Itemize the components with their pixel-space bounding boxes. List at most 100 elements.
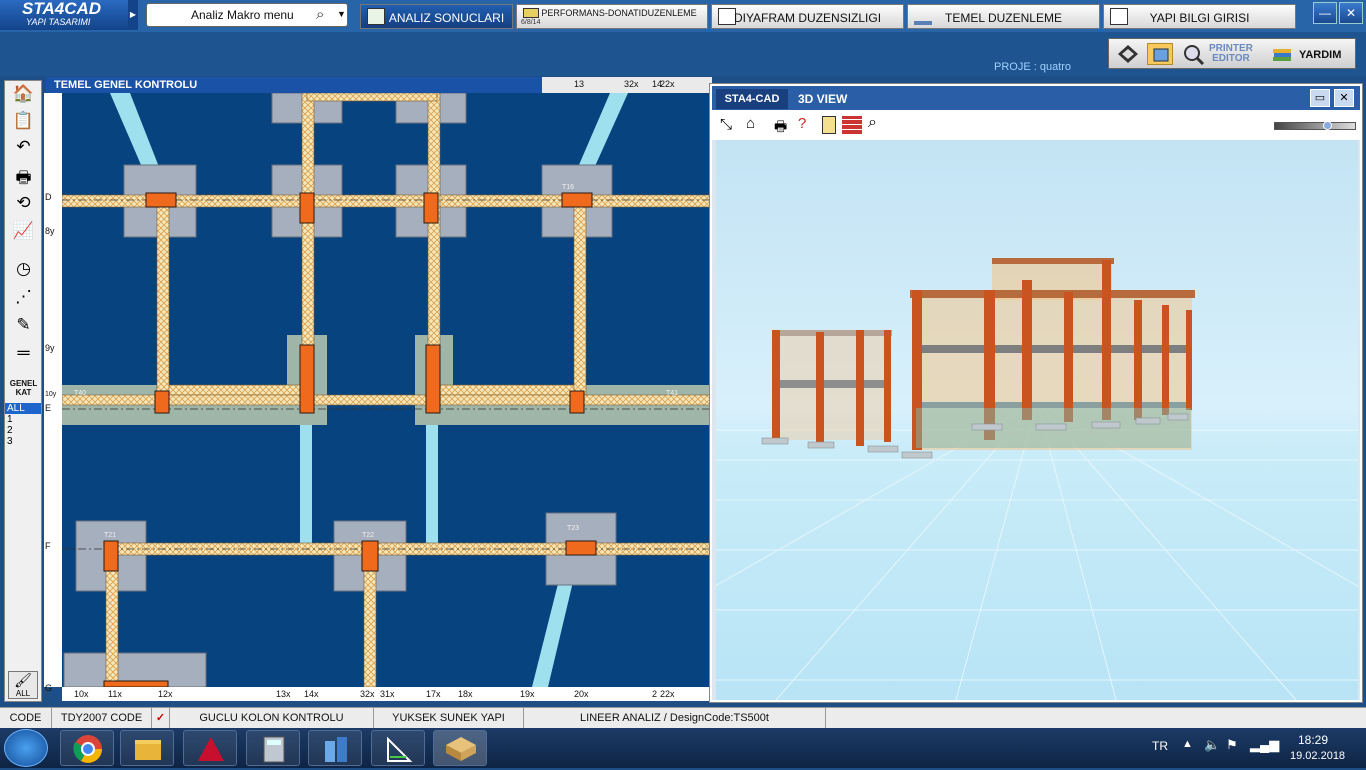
3d-view-toolbar: ⤡ ⌂ 🖶 ? ⌕: [712, 110, 1360, 140]
help-query-icon[interactable]: ?: [798, 115, 806, 132]
tab-temel-duzenleme[interactable]: TEMEL DUZENLEME: [907, 4, 1100, 29]
chrome-icon[interactable]: [60, 730, 114, 766]
checklist-icon[interactable]: [822, 116, 836, 134]
logo-title: STA4CAD: [22, 0, 102, 18]
floor-list: ALL 1 2 3: [5, 403, 41, 447]
axis-label: 32x: [360, 689, 375, 699]
help-button[interactable]: YARDIM: [1299, 49, 1341, 61]
refresh-icon[interactable]: ⟲: [10, 193, 37, 218]
foundation-plan-canvas[interactable]: T40 T41 T21 T22 T23 T16: [62, 93, 710, 687]
undo-icon[interactable]: ↶: [10, 137, 37, 162]
axis-label: 20x: [574, 689, 589, 699]
search-icon[interactable]: ⌕: [316, 6, 324, 23]
edit-icon[interactable]: ✎: [10, 315, 37, 340]
start-button[interactable]: [4, 729, 48, 767]
right-toolbar: PRINTER EDITOR YARDIM: [1108, 38, 1356, 69]
logo-subtitle: YAPI TASARIMI: [26, 17, 91, 27]
print-icon[interactable]: 🖶: [774, 116, 787, 140]
print-icon[interactable]: 🖶: [10, 165, 37, 190]
axis-label: F: [45, 541, 51, 551]
axis-label: G: [45, 683, 53, 693]
buildings-icon[interactable]: [308, 730, 362, 766]
network-icon[interactable]: ▂▄▆: [1250, 737, 1279, 753]
tab-temel-label: TEMEL DUZENLEME: [945, 11, 1062, 25]
minimize-button[interactable]: —: [1313, 2, 1337, 24]
axis-label: 18x: [458, 689, 473, 699]
brick-icon[interactable]: [842, 116, 862, 134]
axis-label: E: [45, 403, 52, 413]
close-button[interactable]: ✕: [1339, 2, 1363, 24]
status-yuksek: YUKSEK SUNEK YAPI: [374, 708, 524, 728]
axis-label: 9y: [45, 343, 55, 353]
maximize-button[interactable]: ▭: [1310, 89, 1330, 107]
clock-icon[interactable]: ◷: [10, 259, 37, 284]
floor-item-3[interactable]: 3: [5, 436, 41, 447]
clock-date[interactable]: 19.02.2018: [1290, 750, 1345, 762]
tab-3d-view[interactable]: 3D VIEW: [798, 89, 847, 109]
beam-icon[interactable]: ═: [10, 343, 37, 368]
magnify-icon[interactable]: [1181, 43, 1207, 66]
tab-diyafram[interactable]: DIYAFRAM DUZENSIZLIGI: [711, 4, 904, 29]
zoom-icon[interactable]: ⌕: [868, 114, 877, 132]
tab-performans-sub: 6/8/14: [521, 19, 541, 26]
all-button[interactable]: 🖌 ALL: [8, 671, 38, 699]
close-3d-button[interactable]: ✕: [1334, 89, 1354, 107]
calculator-icon[interactable]: [246, 730, 300, 766]
brightness-slider[interactable]: [1274, 121, 1356, 130]
plan-top-ruler: 13 32x 14 22x: [542, 77, 712, 93]
all-button-label: ALL: [15, 689, 31, 698]
footing-label: T21: [104, 532, 116, 539]
sta4cad-icon[interactable]: [433, 730, 487, 766]
graph-icon[interactable]: ⋰: [10, 287, 37, 312]
diamond-icon[interactable]: [1115, 43, 1141, 65]
volume-icon[interactable]: 🔈: [1204, 737, 1220, 753]
plan-left-ruler: D 8y 9y 10y E F G: [44, 93, 62, 693]
folder-icon[interactable]: [120, 730, 174, 766]
tab-analiz-sonuclari[interactable]: ANALIZ SONUCLARI: [360, 4, 513, 29]
flag-icon[interactable]: ⚑: [1226, 737, 1238, 753]
books-icon[interactable]: [1269, 43, 1295, 65]
building-icon[interactable]: 🏠: [10, 84, 37, 109]
macro-menu-label: Analiz Makro menu: [191, 8, 294, 22]
plan-bottom-ruler: 10x 11x 12x 13x 14x 32x 31x 17x 18x 19x …: [62, 687, 710, 701]
clock-time[interactable]: 18:29: [1298, 733, 1328, 747]
3d-view-window: STA4-CAD 3D VIEW ▭ ✕ ⤡ ⌂ 🖶 ? ⌕: [710, 84, 1362, 702]
brush-icon: 🖌: [14, 672, 32, 688]
home-icon[interactable]: ⌂: [746, 115, 755, 132]
autocad-icon[interactable]: [183, 730, 237, 766]
editor-label: EDITOR: [1212, 53, 1250, 64]
printer-editor-button[interactable]: PRINTER EDITOR: [1209, 44, 1253, 64]
3d-canvas[interactable]: [716, 140, 1358, 700]
tray-up-icon[interactable]: ▲: [1182, 738, 1193, 750]
axis-icon[interactable]: ⤡: [720, 116, 732, 133]
report-icon[interactable]: 📋: [10, 111, 37, 136]
axis-label: 13x: [276, 689, 291, 699]
status-guclu: GUCLU KOLON KONTROLU: [170, 708, 374, 728]
floor-item-all[interactable]: ALL: [5, 403, 41, 414]
tab-yapi-bilgi[interactable]: YAPI BILGI GIRISI: [1103, 4, 1296, 29]
floor-item-1[interactable]: 1: [5, 414, 41, 425]
axis-label: 31x: [380, 689, 395, 699]
axis-label: 10y: [45, 391, 57, 398]
menu-arrow-icon[interactable]: ▶: [128, 0, 138, 30]
macro-menu-dropdown[interactable]: Analiz Makro menu ⌕ ▼: [146, 3, 348, 27]
chart-icon[interactable]: 📈: [10, 221, 37, 246]
tab-sta4cad[interactable]: STA4-CAD: [716, 89, 788, 109]
tab-diyafram-label: DIYAFRAM DUZENSIZLIGI: [733, 11, 882, 25]
axis-label: 11x: [108, 689, 122, 699]
tab-performans[interactable]: PERFORMANS-DONATIDUZENLEME 6/8/14: [516, 4, 708, 29]
foundation-plan-drawing: T40 T41 T21 T22 T23 T16: [62, 93, 710, 687]
system-tray: TR ▲ 🔈 ⚑ ▂▄▆ 18:29 19.02.2018: [1150, 728, 1366, 768]
slider-thumb[interactable]: [1323, 121, 1332, 130]
ruler-label: 32x: [624, 79, 639, 89]
model-view-icon[interactable]: [1147, 43, 1173, 65]
axis-label: 14x: [304, 689, 319, 699]
genel-kat-label: GENEL KAT: [7, 379, 40, 397]
language-indicator[interactable]: TR: [1152, 739, 1168, 753]
axis-label: 19x: [520, 689, 535, 699]
drafting-icon[interactable]: [371, 730, 425, 766]
floor-item-2[interactable]: 2: [5, 425, 41, 436]
status-code: CODE: [0, 708, 52, 728]
axis-label: 8y: [45, 226, 55, 236]
chevron-down-icon[interactable]: ▼: [337, 9, 346, 19]
